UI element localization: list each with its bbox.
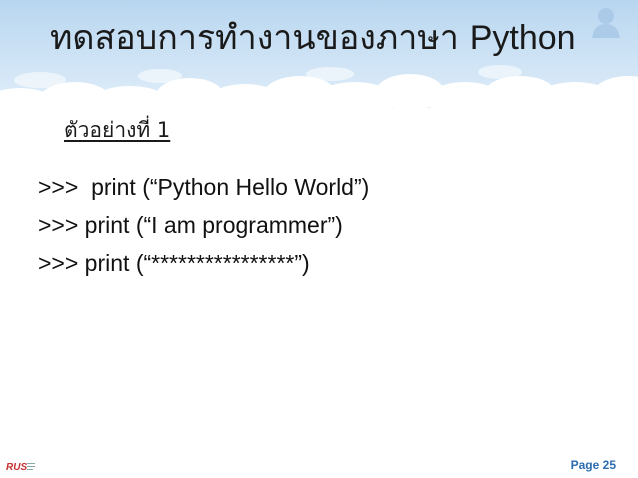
code-line: >>> print (“****************”) (38, 250, 310, 276)
page-number: Page 25 (570, 458, 616, 472)
example-heading: ตัวอย่างที่ 1 (64, 118, 171, 142)
code-line: >>> print (“I am programmer”) (38, 212, 343, 238)
title-thai: ทดสอบการทำงานของภาษา (50, 18, 459, 58)
title-latin: Python (469, 19, 576, 57)
slide: ทดสอบการทำงานของภาษา Python ตัวอย่างที่ … (0, 0, 638, 478)
code-example-list: >>> print (“Python Hello World”) >>> pri… (38, 168, 369, 282)
code-line: >>> print (“Python Hello World”) (38, 174, 370, 200)
rus-logo: RUS (6, 462, 35, 472)
logo-text: RUS (6, 462, 27, 472)
slide-title: ทดสอบการทำงานของภาษา Python (50, 18, 576, 59)
